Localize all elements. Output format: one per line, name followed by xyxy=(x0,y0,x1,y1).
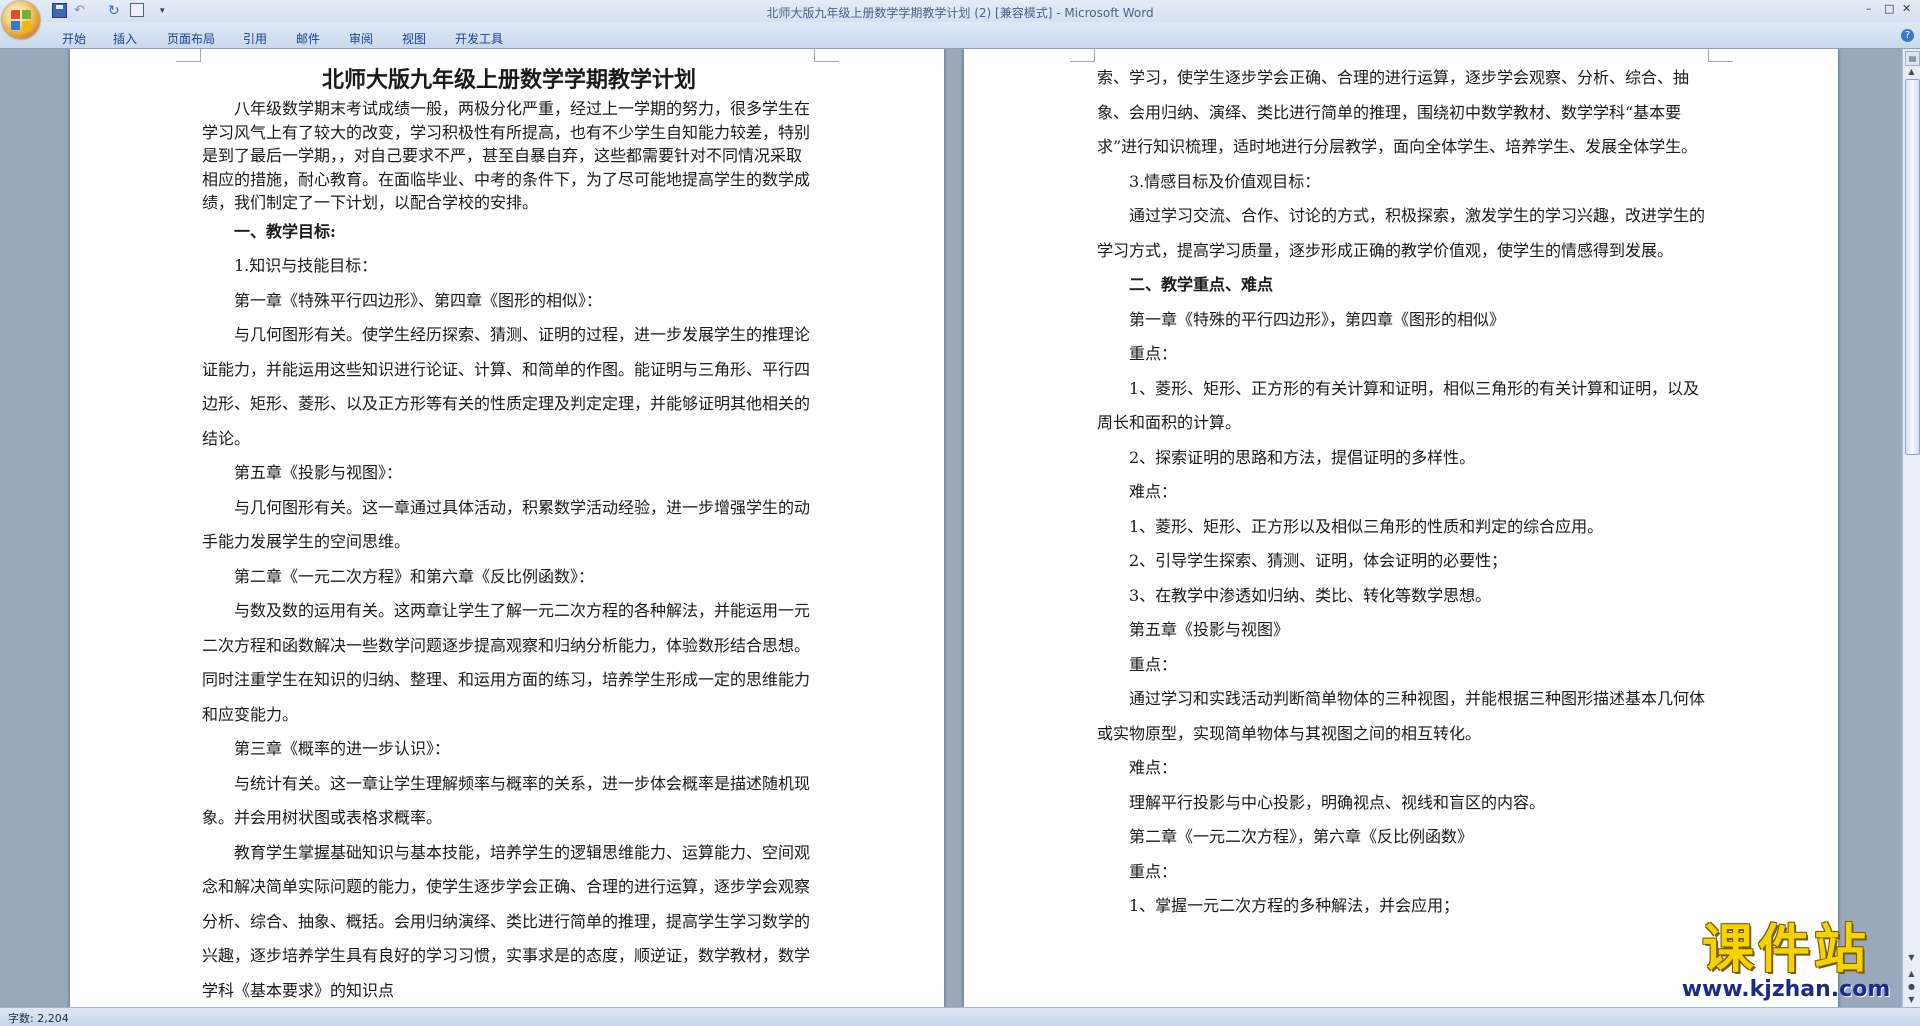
paragraph: 通过学习和实践活动判断简单物体的三种视图，并能根据三种图形描述基本几何体或实物原… xyxy=(1097,689,1706,743)
paragraph: 第二章《一元二次方程》，第六章《反比例函数》 xyxy=(1129,827,1474,846)
margin-corner-mark xyxy=(176,49,201,62)
tab-page-layout[interactable]: 页面布局 xyxy=(167,30,215,47)
tab-references[interactable]: 引用 xyxy=(243,30,267,47)
close-button[interactable]: ✕ xyxy=(1902,2,1911,15)
previous-page-icon[interactable]: ▲ xyxy=(1905,967,1918,980)
minimize-button[interactable]: – xyxy=(1866,2,1872,15)
page-content: 索、学习，使学生逐步学会正确、合理的进行运算，逐步学会观察、分析、综合、抽象、会… xyxy=(1097,61,1711,924)
paragraph: 第一章《特殊的平行四边形》，第四章《图形的相似》 xyxy=(1129,309,1506,329)
paragraph: 难点： xyxy=(1129,758,1178,777)
document-title: 北师大版九年级上册数学学期教学计划 xyxy=(321,67,696,93)
intro-paragraph: 八年级数学期末考试成绩一般，两极分化严重，经过上一学期的努力，很多学生在学习风气… xyxy=(202,99,811,212)
paragraph: 2、探索证明的思路和方法，提倡证明的多样性。 xyxy=(1129,447,1476,467)
left-paragraphs: 一、教学目标: 1.知识与技能目标： 第一章《特殊平行四边形》、第四章《图形的相似》… xyxy=(202,215,816,1008)
paragraph: 第三章《概率的进一步认识》： xyxy=(234,739,451,758)
paragraph: 与几何图形有关。使学生经历探索、猜测、证明的过程，进一步发展学生的推理论证能力，… xyxy=(202,325,811,448)
scroll-up-icon[interactable]: ▲ xyxy=(1905,65,1918,78)
paragraph: 第五章《投影与视图》： xyxy=(234,463,403,482)
paragraph: 教育学生掌握基础知识与基本技能，培养学生的逻辑思维能力、运算能力、空间观念和解决… xyxy=(202,842,811,1000)
document-page-right[interactable]: 索、学习，使学生逐步学会正确、合理的进行运算，逐步学会观察、分析、综合、抽象、会… xyxy=(964,49,1838,1007)
watermark-logo: 课件站 www.kjzhan.com xyxy=(1668,922,1904,1004)
vertical-scrollbar[interactable]: ▤ ▲ ▼ ▲ ● ▼ xyxy=(1902,49,1920,1007)
paragraph: 与统计有关。这一章让学生理解频率与概率的关系，进一步体会概率是描述随机现象。并会… xyxy=(202,773,811,828)
paragraph: 2、引导学生探索、猜测、证明，体会证明的必要性； xyxy=(1129,551,1508,570)
watermark-url: www.kjzhan.com xyxy=(1681,977,1891,1002)
ruler-toggle-icon[interactable]: ▤ xyxy=(1905,51,1920,66)
next-page-icon[interactable]: ▼ xyxy=(1905,993,1918,1006)
paragraph: 重点： xyxy=(1129,861,1178,881)
paragraph: 第五章《投影与视图》 xyxy=(1129,620,1290,639)
ribbon-tabs: 开始 插入 页面布局 引用 邮件 审阅 视图 开发工具 ? xyxy=(0,22,1920,49)
paragraph: 重点： xyxy=(1129,654,1178,674)
paragraph: 理解平行投影与中心投影，明确视点、视线和盲区的内容。 xyxy=(1129,792,1546,812)
watermark-text: 课件站 xyxy=(1701,920,1870,980)
paragraph: 3.情感目标及价值观目标： xyxy=(1129,171,1321,191)
status-bar: 字数: 2,204 xyxy=(0,1007,1920,1026)
page-content: 北师大版九年级上册数学学期教学计划 八年级数学期末考试成绩一般，两极分化严重，经… xyxy=(202,63,816,1007)
paragraph: 1.知识与技能目标： xyxy=(234,256,378,275)
window-title: 北师大版九年级上册数学学期教学计划 (2) [兼容模式] - Microsoft… xyxy=(766,6,1154,20)
office-logo-icon xyxy=(11,10,31,30)
paragraph: 难点： xyxy=(1129,482,1178,501)
paragraph: 第一章《特殊平行四边形》、第四章《图形的相似》： xyxy=(234,290,603,310)
paragraph: 第二章《一元二次方程》和第六章《反比例函数》： xyxy=(234,566,595,586)
document-area[interactable]: 北师大版九年级上册数学学期教学计划 八年级数学期末考试成绩一般，两极分化严重，经… xyxy=(0,49,1902,1007)
title-bar: ↶ ↻ ▾ 北师大版九年级上册数学学期教学计划 (2) [兼容模式] - Mic… xyxy=(0,0,1920,22)
margin-corner-mark xyxy=(1708,49,1733,62)
paragraph: 1、掌握一元二次方程的多种解法，并会应用； xyxy=(1129,896,1460,915)
paragraph: 与几何图形有关。这一章通过具体活动，积累数学活动经验，进一步增强学生的动手能力发… xyxy=(202,497,811,552)
tab-developer[interactable]: 开发工具 xyxy=(455,30,503,47)
office-button[interactable] xyxy=(2,1,40,39)
paragraph: 重点： xyxy=(1129,344,1178,363)
help-icon[interactable]: ? xyxy=(1901,29,1914,42)
paragraph: 1、菱形、矩形、正方形的有关计算和证明，相似三角形的有关计算和证明，以及周长和面… xyxy=(1097,378,1700,433)
document-page-left[interactable]: 北师大版九年级上册数学学期教学计划 八年级数学期末考试成绩一般，两极分化严重，经… xyxy=(70,49,944,1007)
scroll-down-icon[interactable]: ▼ xyxy=(1905,951,1918,964)
tab-home[interactable]: 开始 xyxy=(62,30,86,47)
margin-corner-mark xyxy=(814,49,839,62)
margin-corner-mark xyxy=(1070,49,1095,62)
scroll-thumb[interactable] xyxy=(1905,79,1920,455)
maximize-button[interactable]: □ xyxy=(1884,2,1894,15)
right-paragraphs: 3.情感目标及价值观目标： 通过学习交流、合作、讨论的方式，积极探索，激发学生的学… xyxy=(1097,165,1711,924)
select-browse-object-icon[interactable]: ● xyxy=(1905,980,1918,993)
word-count[interactable]: 字数: 2,204 xyxy=(8,1010,69,1026)
paragraph: 通过学习交流、合作、讨论的方式，积极探索，激发学生的学习兴趣，改进学生的学习方式… xyxy=(1097,206,1706,260)
tab-view[interactable]: 视图 xyxy=(402,30,426,47)
section-heading: 一、教学目标: xyxy=(234,221,336,241)
tab-insert[interactable]: 插入 xyxy=(113,30,137,47)
paragraph: 与数及数的运用有关。这两章让学生了解一元二次方程的各种解法，并能运用一元二次方程… xyxy=(202,601,811,724)
tab-review[interactable]: 审阅 xyxy=(349,30,373,47)
continuation-paragraph: 索、学习，使学生逐步学会正确、合理的进行运算，逐步学会观察、分析、综合、抽象、会… xyxy=(1097,68,1698,156)
section-heading: 二、教学重点、难点 xyxy=(1129,275,1274,294)
paragraph: 1、菱形、矩形、正方形以及相似三角形的性质和判定的综合应用。 xyxy=(1129,516,1604,536)
tab-mailings[interactable]: 邮件 xyxy=(296,30,320,47)
paragraph: 3、在教学中渗透如归纳、类比、转化等数学思想。 xyxy=(1129,585,1492,605)
